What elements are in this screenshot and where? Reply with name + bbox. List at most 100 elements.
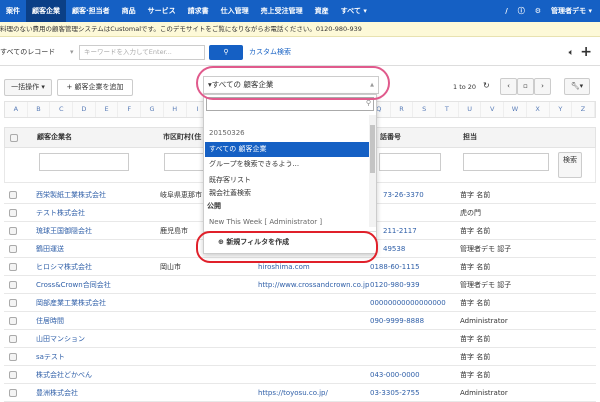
alpha-W[interactable]: W [504,102,527,117]
col-city[interactable]: 市区町村(住 [163,128,201,147]
alpha-G[interactable]: G [141,102,164,117]
nav-item[interactable]: 顧客·担当者 [66,0,116,22]
red-highlight [196,231,378,263]
row-checkbox[interactable] [9,371,17,379]
company-name-link[interactable]: テスト株式会社 [36,204,85,222]
dropdown-scrollbar[interactable] [369,115,376,227]
tools-button[interactable]: 🔧︎▾ [564,78,590,95]
alpha-Z[interactable]: Z [572,102,595,117]
add-company-button[interactable]: + 顧客企業を追加 [57,79,133,96]
row-checkbox[interactable] [9,353,17,361]
alpha-R[interactable]: R [391,102,414,117]
dropdown-option[interactable]: グループを検索できるよう... [205,157,369,172]
alpha-U[interactable]: U [459,102,482,117]
nav-item[interactable]: 売上受注管理 [255,0,309,22]
row-checkbox[interactable] [9,281,17,289]
alpha-X[interactable]: X [527,102,550,117]
filter-search-button[interactable]: 検索 [558,152,582,178]
row-checkbox[interactable] [9,335,17,343]
url-link[interactable]: http://www.crossandcrown.co.jp [258,276,369,294]
nav-item[interactable]: 資産 [309,0,335,22]
alpha-Y[interactable]: Y [550,102,573,117]
plus-icon[interactable]: + [580,44,592,60]
phone-cell: 49538 [383,245,406,253]
record-select[interactable]: すべてのレコード ▾ [0,45,78,60]
row-checkbox[interactable] [9,389,17,397]
company-name-link[interactable]: Cross&Crown合同会社 [36,276,111,294]
owner-cell: 苗字 名前 [460,191,491,199]
name-filter-input[interactable] [39,153,129,171]
alpha-D[interactable]: D [73,102,96,117]
row-checkbox[interactable] [9,245,17,253]
url-link[interactable]: https://toyosu.co.jp/ [258,384,328,402]
nav-item[interactable]: すべて ▾ [335,0,373,22]
row-checkbox[interactable] [9,317,17,325]
pencil-icon[interactable]: / [505,7,508,15]
gear-icon[interactable]: ⚙ [535,7,541,15]
alpha-A[interactable]: A [5,102,28,117]
owner-cell: 管理者デモ 認子 [460,281,512,289]
search-input[interactable]: キーワードを入力してEnter... [79,45,205,60]
phone-cell: 211-2117 [383,227,417,235]
col-phone[interactable]: 話番号 [380,128,401,147]
page-button[interactable]: ▫ [517,78,534,95]
nav-item[interactable]: 商品 [116,0,142,22]
nav-right: / ⓘ ⚙ 管理者デモ ▾ [505,0,592,22]
table-row: saテスト 苗字 名前 [4,348,596,366]
table-row: Cross&Crown合同会社 http://www.crossandcrown… [4,276,596,294]
dropdown-option[interactable]: New This Week [ Administrator ] [205,215,369,230]
company-name-link[interactable]: 琉球王国御隠会社 [36,222,92,240]
company-name-link[interactable]: 豊洲株式会社 [36,384,78,402]
nav-item[interactable]: 請求書 [182,0,215,22]
phone-filter-input[interactable] [379,153,441,171]
alpha-C[interactable]: C [50,102,74,117]
dropdown-group-header: 公開 [207,202,221,210]
alpha-B[interactable]: B [28,102,51,117]
alpha-E[interactable]: E [96,102,119,117]
top-nav: 案件 顧客企業 顧客·担当者 商品 サービス 請求書 仕入管理 売上受注管理 資産 すべて ▾ / ⓘ… [0,0,600,22]
alpha-F[interactable]: F [118,102,142,117]
row-checkbox[interactable] [9,209,17,217]
user-menu[interactable]: 管理者デモ ▾ [551,6,592,16]
nav-item[interactable]: 仕入管理 [215,0,255,22]
company-name-link[interactable]: saテスト [36,348,65,366]
prev-page-button[interactable]: ‹ [500,78,517,95]
alpha-V[interactable]: V [481,102,505,117]
refresh-icon[interactable]: ↻ [483,81,490,90]
search-button[interactable]: ⚲ [209,45,243,60]
phone-cell: 043-000-0000 [370,371,420,379]
company-name-link[interactable]: 西栄製紙工業株式会社 [36,186,106,204]
alpha-H[interactable]: H [164,102,187,117]
col-name[interactable]: 顧客企業名 [37,128,72,147]
speaker-icon[interactable]: 🔈︎ [569,48,574,58]
row-checkbox[interactable] [9,191,17,199]
owner-filter-input[interactable] [463,153,549,171]
alpha-T[interactable]: T [436,102,459,117]
dropdown-option[interactable]: すべての 顧客企業 [205,142,369,157]
nav-item[interactable]: 案件 [0,0,26,22]
next-page-button[interactable]: › [534,78,551,95]
chevron-right-icon: › [541,82,544,90]
row-checkbox[interactable] [9,299,17,307]
company-name-link[interactable]: 鶴田運送 [36,240,64,258]
select-all-checkbox[interactable] [10,134,18,142]
company-name-link[interactable]: 山田マンション [36,330,85,348]
alpha-S[interactable]: S [413,102,437,117]
scrollbar-thumb[interactable] [370,125,375,173]
col-owner[interactable]: 担当 [463,128,477,147]
row-checkbox[interactable] [9,227,17,235]
info-icon[interactable]: ⓘ [518,6,525,16]
dropdown-option[interactable]: 20150326 [205,126,369,141]
company-name-link[interactable]: 住居時間 [36,312,64,330]
company-name-link[interactable]: 株式会社どかべん [36,366,92,384]
city-cell: 岐阜県恵那市 [160,191,202,199]
city-filter-input[interactable] [164,153,204,171]
custom-search-link[interactable]: カスタム検索 [249,45,291,60]
promo-banner: 料理のない費用の顧客管理システムはCustomalです。このデモサイトをご覧にな… [0,22,600,37]
company-name-link[interactable]: ヒロシマ株式会社 [36,258,92,276]
row-checkbox[interactable] [9,263,17,271]
nav-item[interactable]: サービス [142,0,182,22]
nav-item[interactable]: 顧客企業 [26,0,66,22]
bulk-action-button[interactable]: 一括操作 ▾ [4,79,52,96]
company-name-link[interactable]: 岡部産業工業株式会社 [36,294,106,312]
